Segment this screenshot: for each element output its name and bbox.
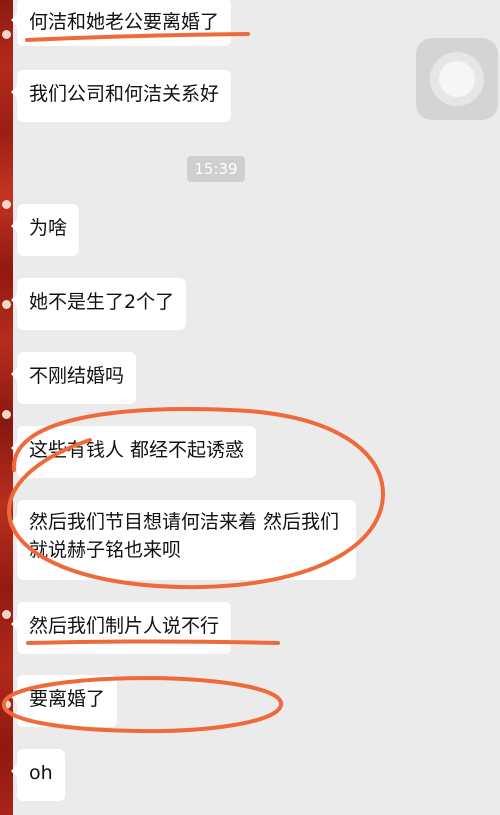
- message-text: 然后我们节目想请何洁来着 然后我们就说赫子铭也来呗: [29, 511, 340, 561]
- message-bubble[interactable]: 我们公司和何洁关系好: [10, 70, 232, 122]
- message-text: 她不是生了2个了: [29, 291, 175, 313]
- message-bubble[interactable]: 要离婚了: [10, 675, 118, 727]
- assistive-touch-button[interactable]: [416, 38, 498, 120]
- message-bubble[interactable]: 不刚结婚吗: [10, 352, 137, 404]
- message-text: 这些有钱人 都经不起诱惑: [29, 439, 245, 461]
- message-text: oh: [29, 762, 53, 784]
- message-text: 我们公司和何洁关系好: [29, 83, 220, 105]
- message-bubble[interactable]: 然后我们节目想请何洁来着 然后我们就说赫子铭也来呗: [11, 500, 356, 580]
- message-bubble[interactable]: 为啥: [10, 204, 80, 256]
- message-text: 为啥: [29, 217, 68, 239]
- message-bubble[interactable]: 然后我们制片人说不行: [10, 602, 232, 654]
- chat-timestamp: 15:39: [187, 156, 245, 182]
- message-bubble[interactable]: 她不是生了2个了: [10, 278, 187, 330]
- message-bubble[interactable]: oh: [11, 749, 65, 801]
- message-text: 要离婚了: [29, 688, 106, 710]
- message-bubble[interactable]: 何洁和她老公要离婚了: [10, 0, 232, 46]
- message-bubble[interactable]: 这些有钱人 都经不起诱惑: [10, 426, 257, 478]
- message-text: 不刚结婚吗: [29, 365, 125, 387]
- message-text: 何洁和她老公要离婚了: [29, 11, 220, 33]
- message-text: 然后我们制片人说不行: [29, 615, 220, 637]
